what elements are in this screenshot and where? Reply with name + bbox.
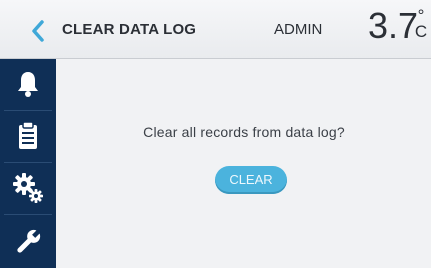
sidebar-item-alarms[interactable]	[0, 59, 56, 109]
bell-icon	[18, 72, 38, 97]
sidebar-divider	[4, 214, 52, 215]
clipboard-icon	[19, 121, 37, 149]
temperature-unit: ° C	[414, 6, 428, 41]
sidebar-item-data-log[interactable]	[0, 111, 56, 161]
wrench-icon	[17, 229, 41, 253]
user-label: ADMIN	[274, 21, 323, 38]
clear-button[interactable]: CLEAR	[215, 166, 287, 194]
header-bar: CLEAR DATA LOG ADMIN 3.7 ° C	[0, 0, 431, 59]
sidebar-item-settings[interactable]	[0, 163, 56, 213]
sidebar	[0, 59, 56, 268]
sidebar-item-service[interactable]	[0, 217, 56, 267]
screen: CLEAR DATA LOG ADMIN 3.7 ° C Clear all r…	[0, 0, 431, 268]
gears-icon	[13, 173, 43, 203]
confirm-message: Clear all records from data log?	[143, 124, 345, 140]
main-content: Clear all records from data log? CLEAR	[57, 59, 431, 268]
chevron-left-icon[interactable]	[28, 17, 48, 45]
temperature-value: 3.7	[368, 5, 419, 46]
page-title: CLEAR DATA LOG	[62, 21, 197, 38]
